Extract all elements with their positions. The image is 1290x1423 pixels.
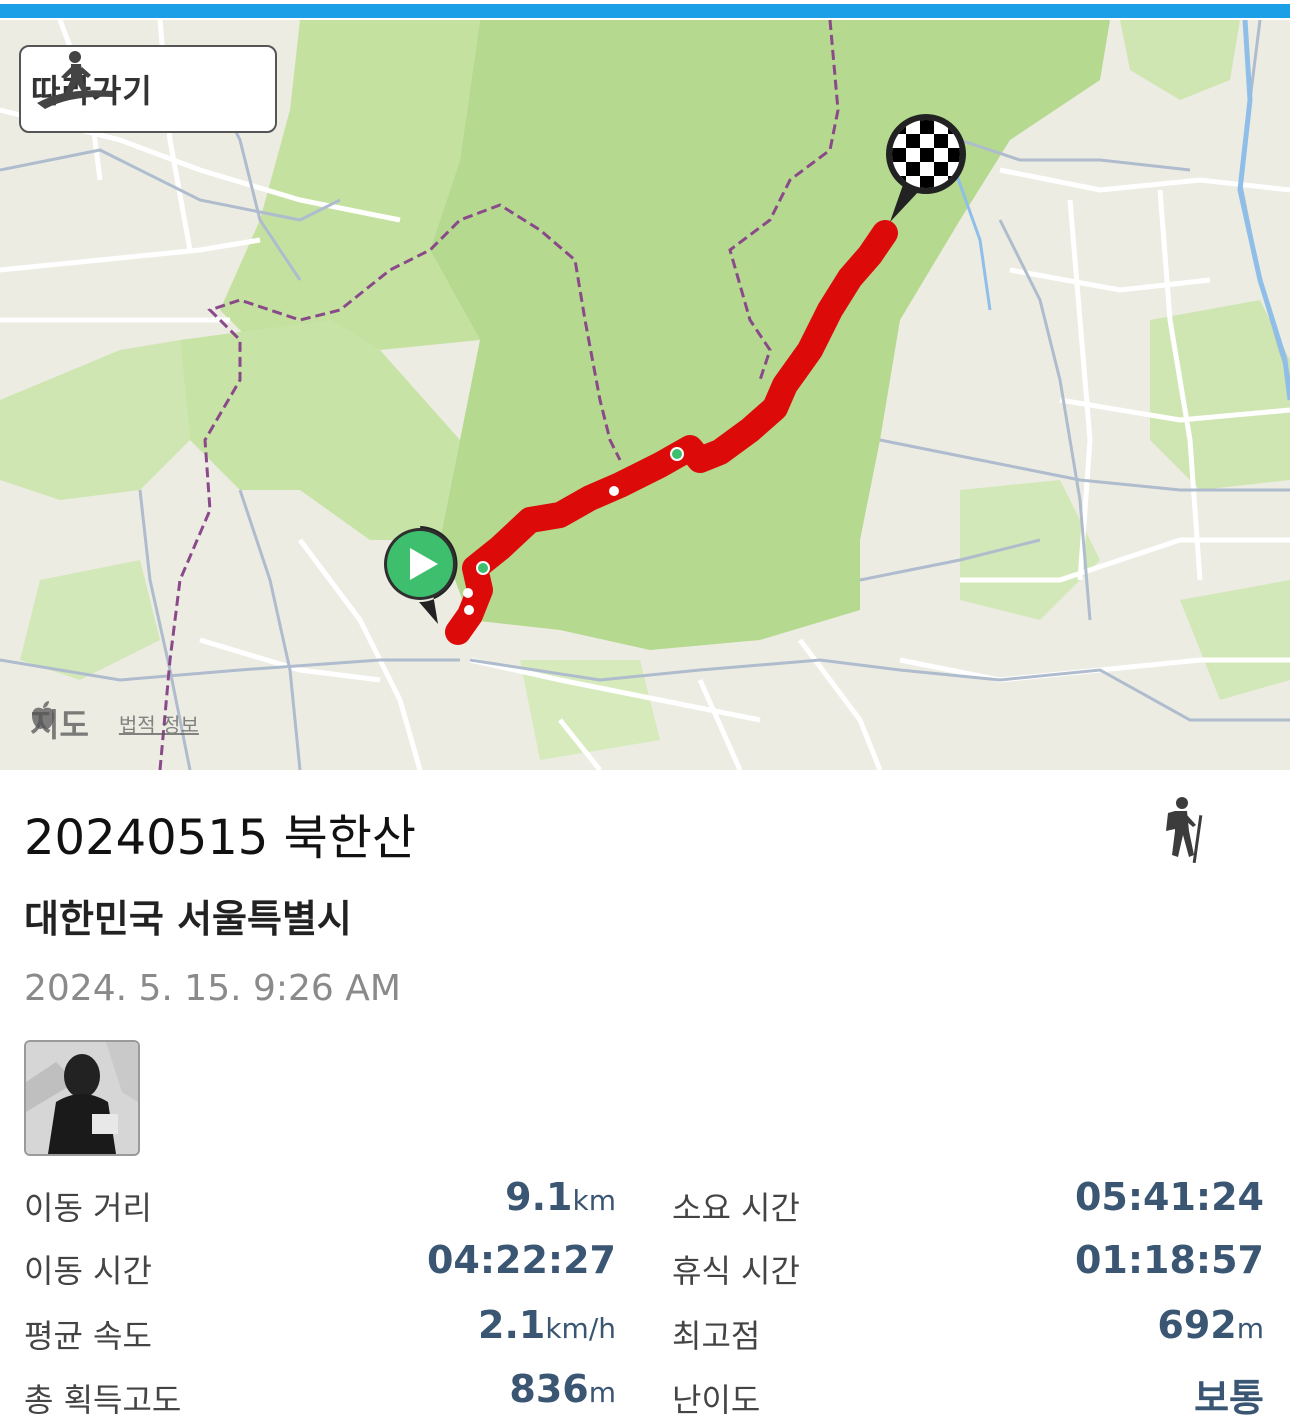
- stat-value: 01:18:57: [1074, 1238, 1264, 1282]
- stat-max-altitude: 최고점 692m: [672, 1303, 1264, 1355]
- stat-label: 휴식 시간: [672, 1252, 800, 1290]
- avatar[interactable]: [24, 1040, 140, 1156]
- stat-value: 04:22:27: [426, 1238, 616, 1282]
- stat-value: 2.1km/h: [478, 1303, 616, 1347]
- play-icon[interactable]: [378, 522, 468, 632]
- avatar-photo: [26, 1042, 138, 1154]
- top-bar: [0, 0, 1290, 20]
- stat-label: 이동 거리: [24, 1189, 152, 1227]
- stat-distance: 이동 거리 9.1km: [24, 1175, 616, 1227]
- stat-label: 소요 시간: [672, 1189, 800, 1227]
- map-brand: 지도: [30, 706, 89, 744]
- follow-button[interactable]: 따라가기: [19, 45, 277, 133]
- hiker-on-path-icon: [37, 51, 113, 109]
- activity-datetime: 2024. 5. 15. 9:26 AM: [24, 968, 401, 1009]
- stat-moving-time: 이동 시간 04:22:27: [24, 1238, 616, 1290]
- accent-line: [0, 4, 1290, 18]
- stat-label: 총 획득고도: [24, 1381, 182, 1419]
- map-attribution: 지도 법적 정보: [30, 700, 199, 746]
- stat-total-time: 소요 시간 05:41:24: [672, 1175, 1264, 1227]
- stat-value: 836m: [509, 1367, 616, 1411]
- stat-difficulty: 난이도 보통: [672, 1367, 1264, 1420]
- stat-rest-time: 휴식 시간 01:18:57: [672, 1238, 1264, 1290]
- stat-label: 이동 시간: [24, 1252, 152, 1290]
- stat-value: 05:41:24: [1074, 1175, 1264, 1219]
- hiking-icon: [1166, 797, 1203, 864]
- route-map[interactable]: 따라가기 지도 법적 정보: [0, 20, 1290, 770]
- checkered-flag-icon[interactable]: [884, 112, 970, 234]
- stat-avg-speed: 평균 속도 2.1km/h: [24, 1303, 616, 1355]
- activity-location: 대한민국 서울특별시: [24, 897, 352, 941]
- stat-label: 평균 속도: [24, 1317, 152, 1355]
- stat-value: 보통: [1194, 1376, 1264, 1420]
- legal-info-link[interactable]: 법적 정보: [119, 709, 199, 738]
- stat-label: 난이도: [672, 1381, 761, 1419]
- stat-value: 692m: [1157, 1303, 1264, 1347]
- activity-title: 20240515 북한산: [24, 810, 417, 866]
- stat-label: 최고점: [672, 1317, 761, 1355]
- stat-value: 9.1km: [505, 1175, 616, 1219]
- stat-elevation-gain: 총 획득고도 836m: [24, 1367, 616, 1419]
